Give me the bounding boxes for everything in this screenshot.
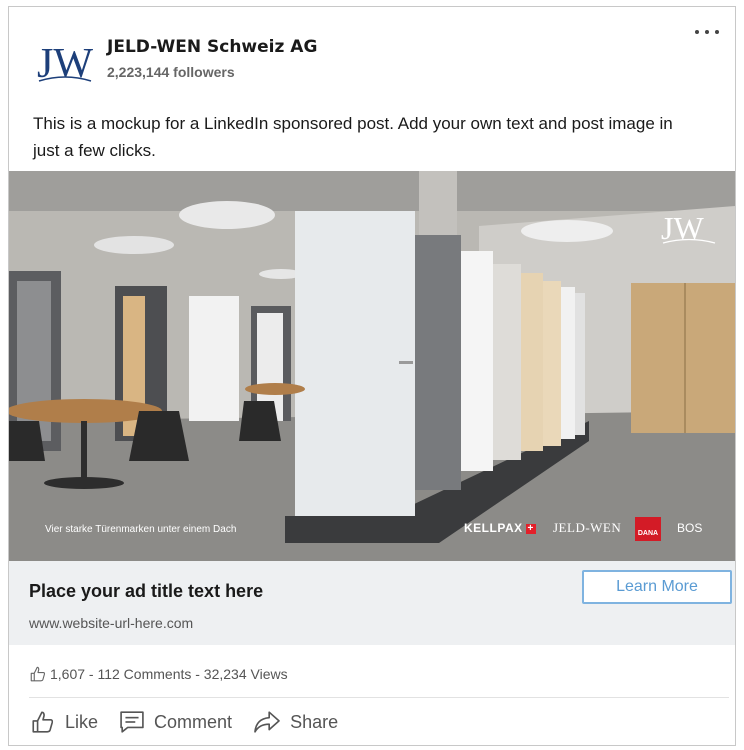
image-logo-letters: JW	[661, 210, 704, 246]
like-button[interactable]: Like	[29, 709, 98, 735]
bos-logo: BOS	[677, 521, 703, 535]
share-label: Share	[290, 711, 339, 732]
thumbs-up-icon	[30, 666, 46, 682]
like-label: Like	[65, 711, 99, 732]
comment-label: Comment	[154, 711, 233, 732]
follower-count: 2,223,144 followers	[107, 64, 235, 80]
jeldwen-logo: JELD-WEN	[553, 520, 622, 535]
kellpax-logo: KELLPAX +	[464, 521, 536, 535]
kellpax-text: KELLPAX	[464, 521, 523, 535]
ad-title[interactable]: Place your ad title text here	[29, 581, 263, 602]
image-caption: Vier starke Türenmarken unter einem Dach	[45, 524, 237, 535]
like-icon	[32, 711, 54, 733]
comment-icon	[120, 711, 144, 733]
showroom-illustration	[9, 171, 735, 561]
share-icon	[254, 711, 280, 733]
post-image[interactable]: JW Vier starke Türenmarken unter einem D…	[9, 171, 735, 561]
learn-more-button[interactable]: Learn More	[582, 570, 732, 604]
dana-logo: DANA	[635, 517, 661, 541]
comment-button[interactable]: Comment	[118, 710, 232, 734]
action-bar: Like Comment Share	[29, 709, 358, 735]
ad-url[interactable]: www.website-url-here.com	[29, 615, 193, 631]
ad-footer[interactable]: Place your ad title text here www.websit…	[9, 561, 735, 645]
company-name[interactable]: JELD-WEN Schweiz AG	[107, 37, 317, 57]
engagement-stats[interactable]: 1,607 - 112 Comments - 32,234 Views	[29, 665, 288, 683]
company-logo[interactable]: JW	[33, 35, 97, 87]
stats-text: 1,607 - 112 Comments - 32,234 Views	[50, 666, 288, 682]
share-button[interactable]: Share	[252, 710, 338, 734]
divider	[29, 697, 729, 698]
post-text: This is a mockup for a LinkedIn sponsore…	[33, 114, 673, 160]
kellpax-plus: +	[525, 523, 536, 534]
image-logo: JW	[659, 205, 719, 249]
sponsored-post-card: JW JELD-WEN Schweiz AG 2,223,144 followe…	[8, 6, 736, 746]
more-options-icon[interactable]	[693, 25, 721, 39]
